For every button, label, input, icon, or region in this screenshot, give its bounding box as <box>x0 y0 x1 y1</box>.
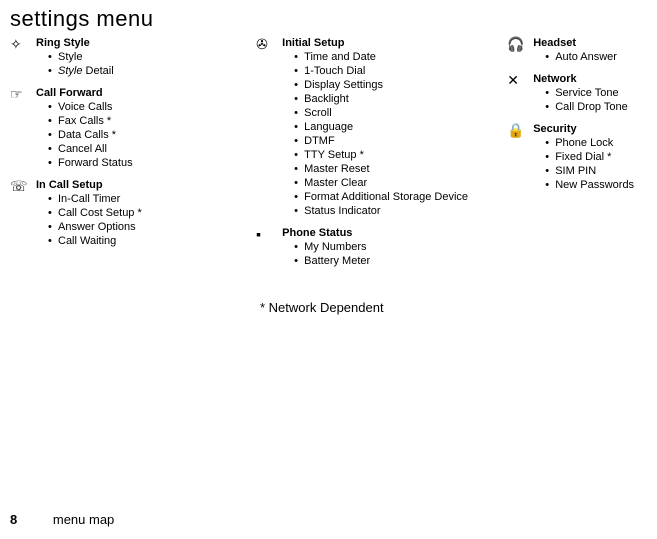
list-item: Call Drop Tone <box>545 100 647 114</box>
section-list: Service ToneCall Drop Tone <box>533 86 647 114</box>
section-list: Auto Answer <box>533 50 647 64</box>
list-item: Voice Calls <box>48 100 256 114</box>
list-item: SIM PIN <box>545 164 647 178</box>
phone-status-icon: ▪ <box>256 226 276 268</box>
headset-icon: 🎧 <box>507 36 527 64</box>
page-number: 8 <box>10 512 17 527</box>
list-item: Style <box>48 50 256 64</box>
list-item: Data Calls * <box>48 128 256 142</box>
list-item: Language <box>294 120 507 134</box>
section-heading: Network <box>533 72 647 86</box>
section-body: In Call SetupIn-Call TimerCall Cost Setu… <box>30 178 256 248</box>
list-item: Answer Options <box>48 220 256 234</box>
list-item: My Numbers <box>294 240 507 254</box>
section-list: Phone LockFixed Dial *SIM PINNew Passwor… <box>533 136 647 192</box>
section-list: In-Call TimerCall Cost Setup *Answer Opt… <box>36 192 256 248</box>
section-list: My NumbersBattery Meter <box>282 240 507 268</box>
list-item: DTMF <box>294 134 507 148</box>
menu-section: ▪Phone StatusMy NumbersBattery Meter <box>256 226 507 268</box>
column-3: 🎧HeadsetAuto Answer✕NetworkService ToneC… <box>507 36 647 276</box>
section-list: Time and Date1-Touch DialDisplay Setting… <box>282 50 507 218</box>
list-item: Master Clear <box>294 176 507 190</box>
page-title: settings menu <box>0 0 657 36</box>
section-heading: Security <box>533 122 647 136</box>
list-item: Fax Calls * <box>48 114 256 128</box>
menu-section: ☞Call ForwardVoice CallsFax Calls *Data … <box>10 86 256 170</box>
list-item: Status Indicator <box>294 204 507 218</box>
section-heading: Call Forward <box>36 86 256 100</box>
list-item: Display Settings <box>294 78 507 92</box>
section-list: StyleStyle Detail <box>36 50 256 78</box>
call-forward-icon: ☞ <box>10 86 30 170</box>
ring-style-icon: ✧ <box>10 36 30 78</box>
list-item: Call Waiting <box>48 234 256 248</box>
section-heading: Ring Style <box>36 36 256 50</box>
menu-section: ✇Initial SetupTime and Date1-Touch DialD… <box>256 36 507 218</box>
section-body: Initial SetupTime and Date1-Touch DialDi… <box>276 36 507 218</box>
list-item: In-Call Timer <box>48 192 256 206</box>
in-call-setup-icon: ☏ <box>10 178 30 248</box>
section-heading: Phone Status <box>282 226 507 240</box>
list-item: TTY Setup * <box>294 148 507 162</box>
list-item: Call Cost Setup * <box>48 206 256 220</box>
menu-section: ☏In Call SetupIn-Call TimerCall Cost Set… <box>10 178 256 248</box>
network-icon: ✕ <box>507 72 527 114</box>
section-heading: Initial Setup <box>282 36 507 50</box>
section-list: Voice CallsFax Calls *Data Calls *Cancel… <box>36 100 256 170</box>
section-body: Call ForwardVoice CallsFax Calls *Data C… <box>30 86 256 170</box>
footnote: * Network Dependent <box>0 300 657 315</box>
menu-section: ✧Ring StyleStyleStyle Detail <box>10 36 256 78</box>
list-item: New Passwords <box>545 178 647 192</box>
section-body: NetworkService ToneCall Drop Tone <box>527 72 647 114</box>
footer-section: menu map <box>53 512 114 527</box>
list-item: Auto Answer <box>545 50 647 64</box>
list-item: Scroll <box>294 106 507 120</box>
column-2: ✇Initial SetupTime and Date1-Touch DialD… <box>256 36 507 276</box>
section-heading: Headset <box>533 36 647 50</box>
section-body: SecurityPhone LockFixed Dial *SIM PINNew… <box>527 122 647 192</box>
list-item: Cancel All <box>48 142 256 156</box>
menu-section: ✕NetworkService ToneCall Drop Tone <box>507 72 647 114</box>
list-item: Format Additional Storage Device <box>294 190 507 204</box>
section-body: Ring StyleStyleStyle Detail <box>30 36 256 78</box>
list-item: Fixed Dial * <box>545 150 647 164</box>
menu-section: 🔒SecurityPhone LockFixed Dial *SIM PINNe… <box>507 122 647 192</box>
footer: 8 menu map <box>10 512 114 527</box>
section-heading: In Call Setup <box>36 178 256 192</box>
list-item: Time and Date <box>294 50 507 64</box>
list-item: Phone Lock <box>545 136 647 150</box>
list-item: 1-Touch Dial <box>294 64 507 78</box>
list-item: Backlight <box>294 92 507 106</box>
plain-text: Detail <box>82 65 113 77</box>
column-1: ✧Ring StyleStyleStyle Detail☞Call Forwar… <box>10 36 256 276</box>
list-item: Master Reset <box>294 162 507 176</box>
list-item: Style Detail <box>48 64 256 78</box>
security-icon: 🔒 <box>507 122 527 192</box>
section-body: HeadsetAuto Answer <box>527 36 647 64</box>
columns-container: ✧Ring StyleStyleStyle Detail☞Call Forwar… <box>0 36 657 276</box>
italic-text: Style <box>58 65 82 77</box>
list-item: Forward Status <box>48 156 256 170</box>
list-item: Service Tone <box>545 86 647 100</box>
list-item: Battery Meter <box>294 254 507 268</box>
section-body: Phone StatusMy NumbersBattery Meter <box>276 226 507 268</box>
menu-section: 🎧HeadsetAuto Answer <box>507 36 647 64</box>
initial-setup-icon: ✇ <box>256 36 276 218</box>
